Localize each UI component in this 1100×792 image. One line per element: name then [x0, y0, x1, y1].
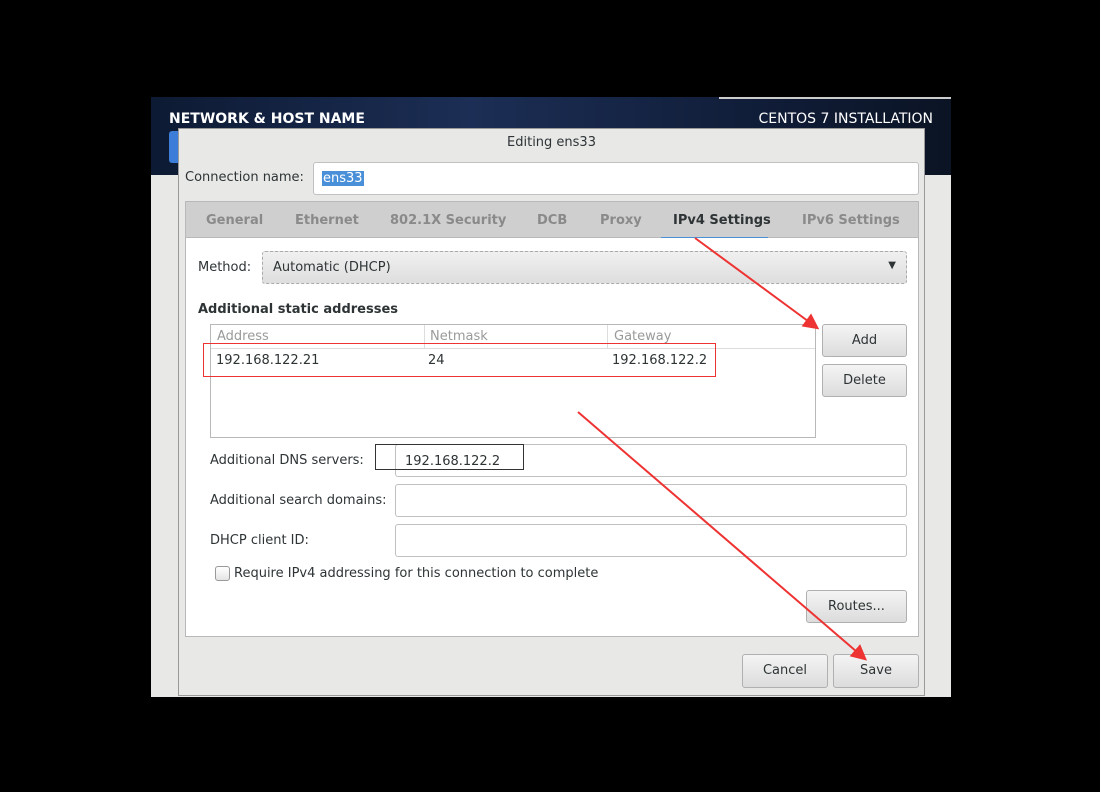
arrow-to-save	[577, 411, 868, 661]
arrow-to-add	[694, 237, 820, 330]
annotation-arrows	[577, 237, 868, 661]
